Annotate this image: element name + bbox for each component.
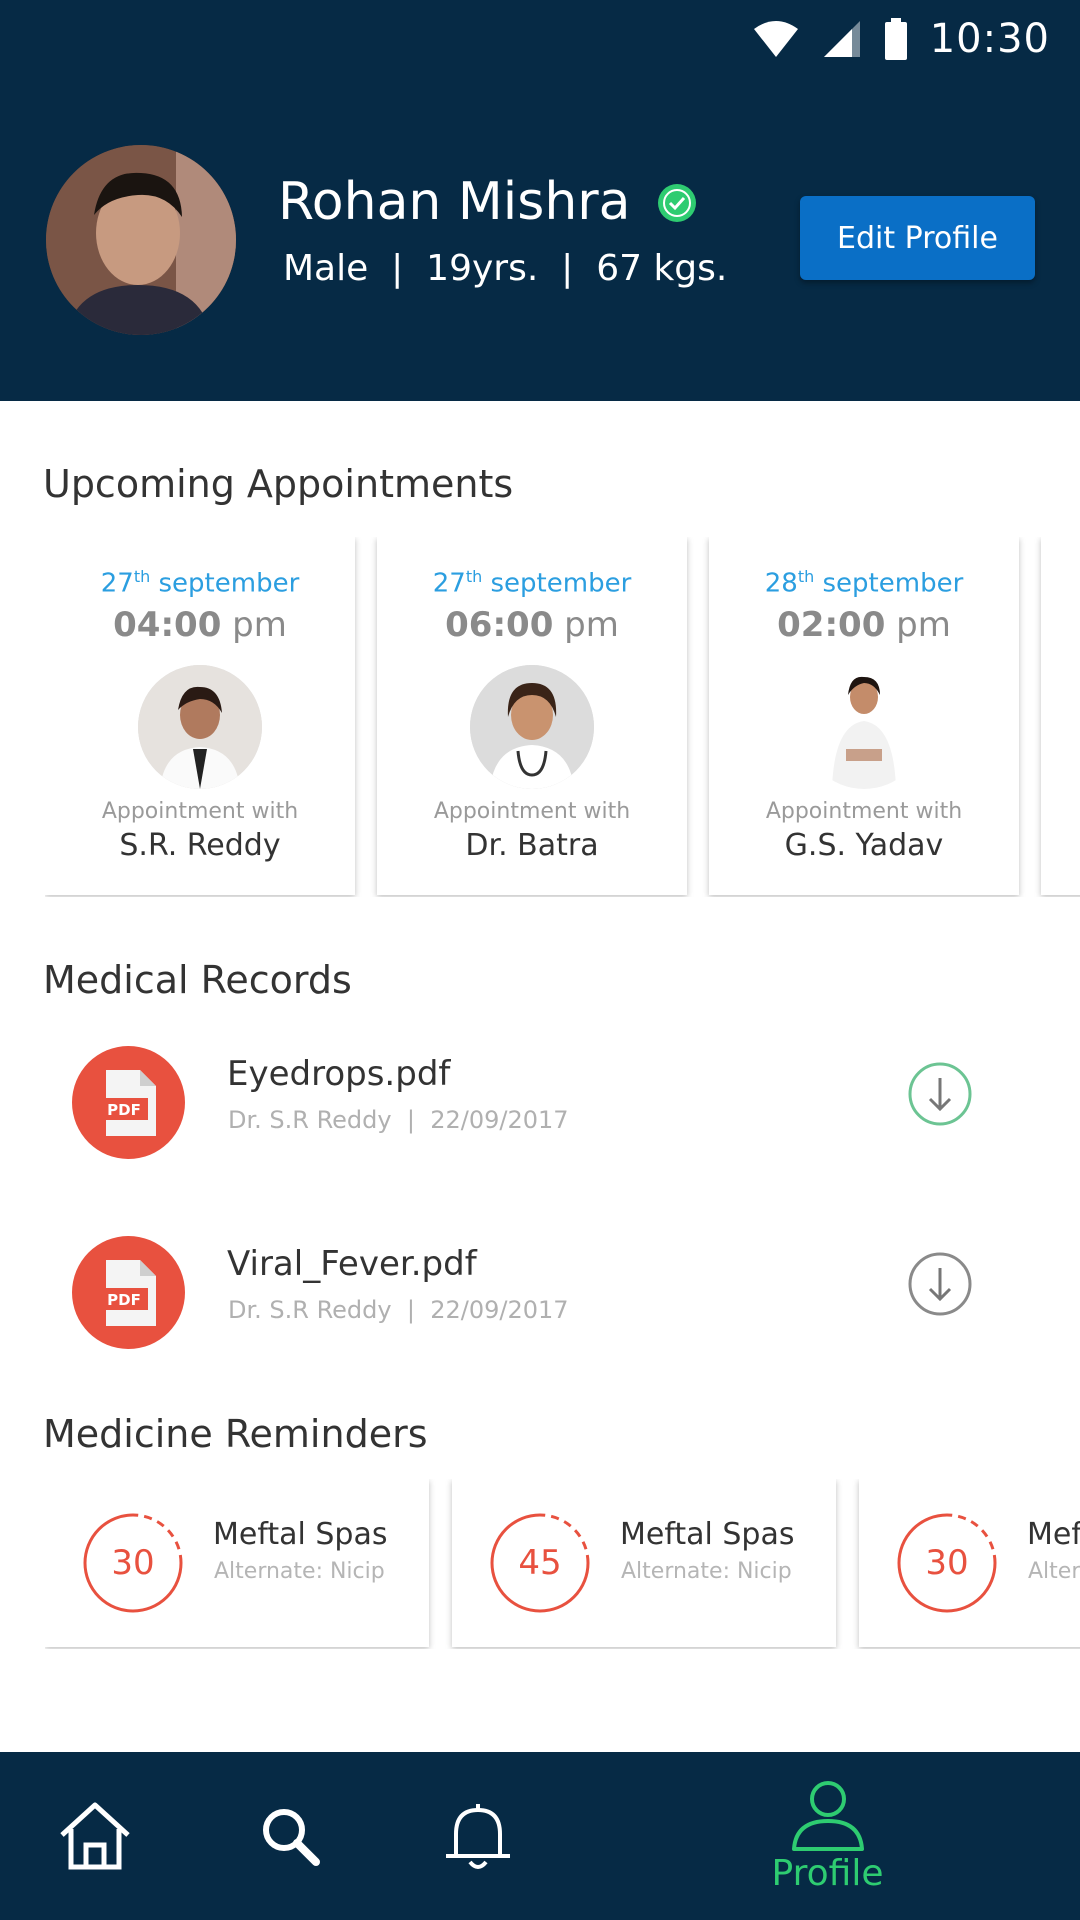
nav-home[interactable] — [50, 1752, 140, 1920]
reminder-count: 45 — [518, 1543, 562, 1583]
nav-notifications[interactable] — [433, 1752, 523, 1920]
appointment-card[interactable]: 27th september 04:00 pm Appointment with… — [45, 537, 355, 895]
appointment-card[interactable]: 27th september 06:00 pm Appointment with… — [377, 537, 687, 895]
home-icon — [60, 1802, 130, 1870]
record-name: Viral_Fever.pdf — [227, 1244, 477, 1284]
appointment-doctor: Dr. Batra — [465, 827, 599, 863]
reminders-carousel[interactable]: 30 Meftal Spas Alternate: Nicip 45 Mefta… — [45, 1479, 1080, 1649]
wifi-icon — [753, 21, 798, 57]
appointment-with-label: Appointment with — [433, 798, 631, 824]
status-time: 10:30 — [929, 16, 1050, 62]
record-item[interactable]: PDF Viral_Fever.pdf Dr. S.R Reddy | 22/0… — [0, 1236, 1080, 1366]
user-meta: Male | 19yrs. | 67 kgs. — [283, 248, 728, 289]
record-name: Eyedrops.pdf — [227, 1054, 451, 1094]
status-bar: 10:30 — [752, 14, 1050, 64]
verified-icon — [658, 184, 696, 222]
doctor-photo — [138, 664, 262, 789]
medicine-alternate: Alternate: Nicip — [621, 1559, 792, 1584]
record-meta: Dr. S.R Reddy | 22/09/2017 — [228, 1296, 569, 1324]
doctor-photo — [802, 664, 926, 789]
reminder-count: 30 — [925, 1543, 969, 1583]
download-icon[interactable] — [908, 1252, 972, 1316]
pdf-icon: PDF — [72, 1236, 185, 1349]
reminder-count: 30 — [111, 1543, 155, 1583]
appointment-date: 28th september — [764, 567, 964, 599]
bell-icon — [446, 1804, 510, 1869]
nav-search[interactable] — [245, 1752, 335, 1920]
signal-icon — [823, 21, 860, 57]
battery-icon — [884, 18, 907, 60]
medicine-alternate: Alternate: Nicip — [214, 1559, 385, 1584]
records-title: Medical Records — [43, 958, 352, 1002]
appointment-date: 27th september — [100, 567, 300, 599]
nav-profile[interactable]: Profile — [740, 1752, 915, 1920]
appointment-time: 04:00 pm — [113, 604, 287, 645]
appointment-time: 06:00 pm — [445, 604, 619, 645]
nav-profile-label: Profile — [771, 1852, 884, 1894]
reminder-card[interactable]: 30 Meftal Spas Alternate: Nicip — [45, 1479, 429, 1647]
medicine-name: Meftal Spas — [620, 1517, 795, 1552]
pdf-icon-label: PDF — [107, 1291, 141, 1309]
edit-profile-button[interactable]: Edit Profile — [800, 196, 1035, 280]
user-avatar[interactable] — [46, 145, 236, 335]
reminder-card[interactable]: 45 Meftal Spas Alternate: Nicip — [452, 1479, 836, 1647]
appointment-doctor: S.R. Reddy — [119, 827, 281, 863]
pdf-icon-label: PDF — [107, 1101, 141, 1119]
search-icon — [263, 1809, 320, 1866]
appointment-card[interactable]: 28th september 02:00 pm Appointment with… — [709, 537, 1019, 895]
record-item[interactable]: PDF Eyedrops.pdf Dr. S.R Reddy | 22/09/2… — [0, 1046, 1080, 1176]
bottom-nav: Profile — [0, 1752, 1080, 1920]
reminder-card[interactable]: 30 Meftal Spas Alternate: Nicip — [859, 1479, 1080, 1647]
medicine-alternate: Alternate: Nicip — [1028, 1559, 1080, 1584]
appointments-carousel[interactable]: 27th september 04:00 pm Appointment with… — [45, 537, 1080, 897]
appointment-date: 27th september — [432, 567, 632, 599]
download-icon[interactable] — [908, 1062, 972, 1126]
profile-header: 10:30 Rohan Mishra Male | 19yrs. | 67 kg… — [0, 0, 1080, 401]
reminders-title: Medicine Reminders — [43, 1412, 428, 1456]
appointments-title: Upcoming Appointments — [43, 462, 514, 506]
medicine-name: Meftal Spas — [1027, 1517, 1080, 1552]
appointment-time: 02:00 pm — [777, 604, 951, 645]
pdf-icon: PDF — [72, 1046, 185, 1159]
appointment-with-label: Appointment with — [101, 798, 299, 824]
medicine-name: Meftal Spas — [213, 1517, 388, 1552]
user-name: Rohan Mishra — [278, 172, 631, 232]
appointment-card-partial[interactable] — [1041, 537, 1080, 895]
person-icon — [791, 1780, 864, 1851]
record-meta: Dr. S.R Reddy | 22/09/2017 — [228, 1106, 569, 1134]
doctor-photo — [470, 664, 594, 789]
appointment-doctor: G.S. Yadav — [784, 827, 944, 863]
appointment-with-label: Appointment with — [765, 798, 963, 824]
